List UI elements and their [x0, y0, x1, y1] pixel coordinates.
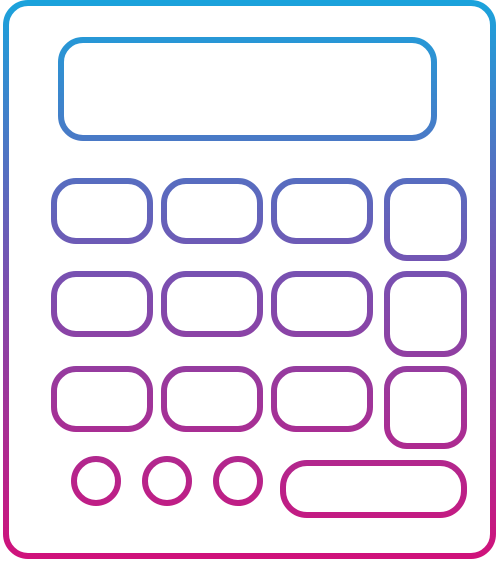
wide-key [280, 460, 467, 518]
key-row2-col3 [271, 271, 373, 337]
round-key-1 [71, 456, 121, 506]
key-row1-col3 [271, 178, 373, 244]
key-row3-col4 [384, 366, 467, 449]
round-key-3 [213, 456, 263, 506]
key-row2-col4 [384, 271, 467, 357]
key-row1-col2 [161, 178, 263, 244]
key-row2-col2 [161, 271, 263, 337]
key-row3-col1 [51, 366, 153, 432]
key-row1-col4 [384, 178, 467, 261]
key-row2-col1 [51, 271, 153, 337]
calculator-display [58, 37, 437, 141]
calculator-icon [3, 0, 496, 559]
key-row1-col1 [51, 178, 153, 244]
key-row3-col3 [271, 366, 373, 432]
key-row3-col2 [161, 366, 263, 432]
round-key-2 [142, 456, 192, 506]
